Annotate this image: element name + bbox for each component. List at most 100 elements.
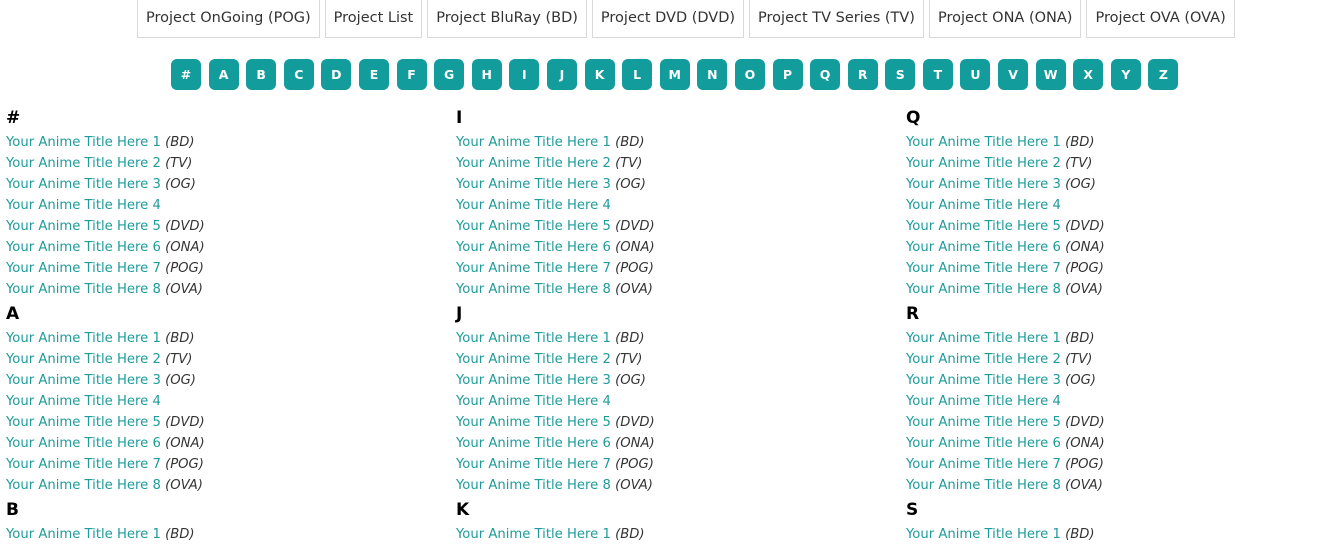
anime-title-link[interactable]: Your Anime Title Here 8 (906, 478, 1061, 493)
alpha-button-v[interactable]: V (998, 59, 1029, 90)
alpha-button-y[interactable]: Y (1110, 59, 1141, 90)
alpha-button-m[interactable]: M (659, 59, 690, 90)
anime-title-link[interactable]: Your Anime Title Here 2 (906, 352, 1061, 367)
anime-list-item: Your Anime Title Here 1 (BD) (456, 524, 886, 545)
anime-title-link[interactable]: Your Anime Title Here 5 (6, 415, 161, 430)
anime-list-item: Your Anime Title Here 7 (POG) (906, 454, 1336, 475)
anime-title-link[interactable]: Your Anime Title Here 8 (456, 478, 611, 493)
alpha-button-r[interactable]: R (847, 59, 878, 90)
anime-title-link[interactable]: Your Anime Title Here 7 (456, 261, 611, 276)
anime-title-link[interactable]: Your Anime Title Here 6 (456, 436, 611, 451)
anime-title-link[interactable]: Your Anime Title Here 5 (6, 219, 161, 234)
anime-list-item: Your Anime Title Here 7 (POG) (456, 258, 886, 279)
alpha-button-d[interactable]: D (321, 59, 352, 90)
anime-title-link[interactable]: Your Anime Title Here 1 (456, 135, 611, 150)
anime-title-link[interactable]: Your Anime Title Here 5 (456, 219, 611, 234)
anime-title-link[interactable]: Your Anime Title Here 6 (6, 240, 161, 255)
tab-project-ova[interactable]: Project OVA (OVA) (1086, 0, 1235, 38)
alpha-button-w[interactable]: W (1035, 59, 1066, 90)
alpha-button-e[interactable]: E (358, 59, 389, 90)
anime-title-link[interactable]: Your Anime Title Here 3 (456, 177, 611, 192)
anime-title-link[interactable]: Your Anime Title Here 7 (906, 457, 1061, 472)
alpha-button-a[interactable]: A (208, 59, 239, 90)
anime-title-link[interactable]: Your Anime Title Here 1 (906, 331, 1061, 346)
anime-title-link[interactable]: Your Anime Title Here 4 (6, 394, 161, 409)
tab-project-bluray[interactable]: Project BluRay (BD) (427, 0, 587, 38)
anime-title-link[interactable]: Your Anime Title Here 8 (456, 282, 611, 297)
anime-title-link[interactable]: Your Anime Title Here 2 (456, 352, 611, 367)
alpha-button-s[interactable]: S (885, 59, 916, 90)
alpha-button-p[interactable]: P (772, 59, 803, 90)
alpha-button-c[interactable]: C (283, 59, 314, 90)
alpha-button-q[interactable]: Q (810, 59, 841, 90)
anime-title-link[interactable]: Your Anime Title Here 1 (456, 527, 611, 542)
alpha-button-t[interactable]: T (922, 59, 953, 90)
alpha-button-i[interactable]: I (509, 59, 540, 90)
section-heading: K (456, 500, 470, 520)
alpha-button-b[interactable]: B (246, 59, 277, 90)
anime-type-tag: (BD) (615, 527, 645, 542)
alpha-button-n[interactable]: N (697, 59, 728, 90)
anime-title-link[interactable]: Your Anime Title Here 1 (906, 135, 1061, 150)
anime-title-link[interactable]: Your Anime Title Here 2 (906, 156, 1061, 171)
anime-title-link[interactable]: Your Anime Title Here 3 (456, 373, 611, 388)
anime-title-link[interactable]: Your Anime Title Here 6 (6, 436, 161, 451)
anime-title-link[interactable]: Your Anime Title Here 4 (456, 198, 611, 213)
anime-type-tag: (BD) (1065, 527, 1095, 542)
alpha-button-k[interactable]: K (584, 59, 615, 90)
anime-title-link[interactable]: Your Anime Title Here 7 (906, 261, 1061, 276)
alpha-button-hash[interactable]: # (171, 59, 201, 90)
alpha-button-f[interactable]: F (396, 59, 427, 90)
alpha-button-h[interactable]: H (471, 59, 502, 90)
tab-project-ona[interactable]: Project ONA (ONA) (928, 0, 1082, 38)
anime-title-link[interactable]: Your Anime Title Here 1 (6, 331, 161, 346)
anime-title-link[interactable]: Your Anime Title Here 8 (6, 282, 161, 297)
anime-title-link[interactable]: Your Anime Title Here 6 (456, 240, 611, 255)
anime-list-item: Your Anime Title Here 6 (ONA) (456, 237, 886, 258)
alpha-button-o[interactable]: O (734, 59, 765, 90)
anime-title-link[interactable]: Your Anime Title Here 5 (906, 415, 1061, 430)
anime-title-link[interactable]: Your Anime Title Here 4 (456, 394, 611, 409)
anime-title-link[interactable]: Your Anime Title Here 2 (6, 352, 161, 367)
anime-list-item: Your Anime Title Here 6 (ONA) (456, 433, 886, 454)
anime-title-link[interactable]: Your Anime Title Here 7 (456, 457, 611, 472)
alpha-button-g[interactable]: G (434, 59, 465, 90)
anime-list-item: Your Anime Title Here 5 (DVD) (6, 412, 436, 433)
anime-list-item: Your Anime Title Here 7 (POG) (906, 258, 1336, 279)
anime-title-link[interactable]: Your Anime Title Here 8 (6, 478, 161, 493)
anime-title-link[interactable]: Your Anime Title Here 7 (6, 457, 161, 472)
anime-type-tag: (OVA) (165, 282, 203, 297)
anime-list-item: Your Anime Title Here 4 (456, 195, 886, 216)
anime-type-tag: (OVA) (1065, 478, 1103, 493)
anime-title-link[interactable]: Your Anime Title Here 2 (456, 156, 611, 171)
tab-project-tv-series[interactable]: Project TV Series (TV) (749, 0, 924, 38)
anime-title-link[interactable]: Your Anime Title Here 7 (6, 261, 161, 276)
anime-title-link[interactable]: Your Anime Title Here 3 (906, 177, 1061, 192)
anime-title-link[interactable]: Your Anime Title Here 4 (906, 394, 1061, 409)
anime-title-link[interactable]: Your Anime Title Here 1 (906, 527, 1061, 542)
anime-title-link[interactable]: Your Anime Title Here 5 (906, 219, 1061, 234)
anime-list-item: Your Anime Title Here 5 (DVD) (456, 216, 886, 237)
anime-title-link[interactable]: Your Anime Title Here 1 (456, 331, 611, 346)
anime-title-link[interactable]: Your Anime Title Here 4 (6, 198, 161, 213)
anime-title-link[interactable]: Your Anime Title Here 3 (6, 177, 161, 192)
anime-title-link[interactable]: Your Anime Title Here 3 (906, 373, 1061, 388)
alpha-button-z[interactable]: Z (1148, 59, 1179, 90)
tab-project-list[interactable]: Project List (324, 0, 423, 38)
tab-project-ongoing[interactable]: Project OnGoing (POG) (137, 0, 320, 38)
alpha-button-x[interactable]: X (1073, 59, 1104, 90)
anime-title-link[interactable]: Your Anime Title Here 4 (906, 198, 1061, 213)
alpha-button-l[interactable]: L (622, 59, 653, 90)
anime-title-link[interactable]: Your Anime Title Here 6 (906, 240, 1061, 255)
anime-type-tag: (ONA) (1065, 436, 1105, 451)
anime-title-link[interactable]: Your Anime Title Here 1 (6, 527, 161, 542)
anime-title-link[interactable]: Your Anime Title Here 5 (456, 415, 611, 430)
anime-title-link[interactable]: Your Anime Title Here 6 (906, 436, 1061, 451)
alpha-button-j[interactable]: J (546, 59, 577, 90)
anime-title-link[interactable]: Your Anime Title Here 3 (6, 373, 161, 388)
anime-title-link[interactable]: Your Anime Title Here 8 (906, 282, 1061, 297)
tab-project-dvd[interactable]: Project DVD (DVD) (591, 0, 745, 38)
anime-title-link[interactable]: Your Anime Title Here 1 (6, 135, 161, 150)
alpha-button-u[interactable]: U (960, 59, 991, 90)
anime-title-link[interactable]: Your Anime Title Here 2 (6, 156, 161, 171)
